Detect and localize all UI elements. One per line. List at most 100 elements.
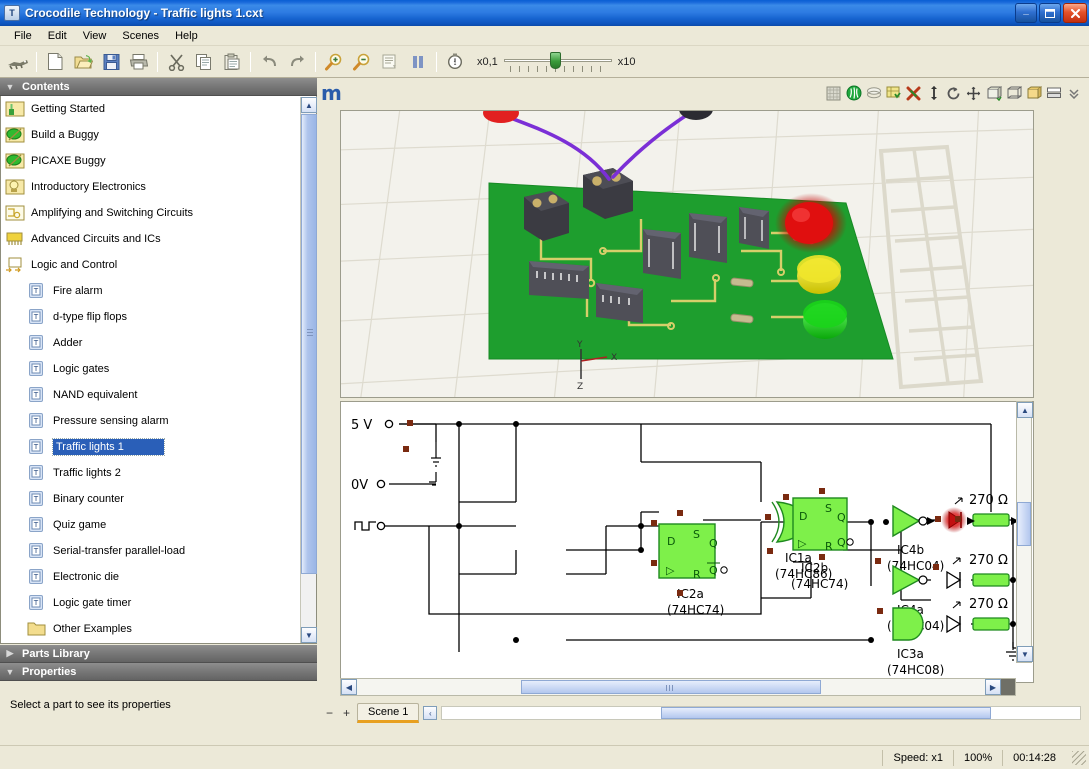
tree-item-nand-equivalent[interactable]: T NAND equivalent <box>1 382 316 408</box>
tree-item-picaxe-buggy[interactable]: PICAXE Buggy <box>1 148 316 174</box>
view-list-icon[interactable] <box>1044 84 1063 103</box>
tree-item-serial-transfer-parallel-load[interactable]: TSerial-transfer parallel-load <box>1 538 316 564</box>
zoom-out-icon[interactable] <box>348 49 376 75</box>
menu-file[interactable]: File <box>6 28 40 44</box>
list-properties-icon[interactable] <box>376 49 404 75</box>
slider-thumb[interactable] <box>550 52 561 69</box>
crocodile-globe-icon[interactable] <box>844 84 863 103</box>
tree-item-traffic-lights-2[interactable]: TTraffic lights 2 <box>1 460 316 486</box>
move-icon[interactable] <box>964 84 983 103</box>
view-box-top-icon[interactable] <box>984 84 1003 103</box>
circuit-horizontal-scrollbar[interactable]: ◀ ▶ <box>340 678 1016 696</box>
properties-header[interactable]: ▼ Properties <box>0 663 317 681</box>
svg-text:Q: Q <box>837 511 846 524</box>
tree-item-logic-gates[interactable]: TLogic gates <box>1 356 316 382</box>
scrollbar-thumb[interactable] <box>301 114 317 574</box>
document-icon: T <box>27 386 48 404</box>
speed-slider[interactable]: x0,1 x10 <box>477 51 636 73</box>
circuit-scroll-down-icon[interactable]: ▼ <box>1017 646 1033 662</box>
speed-slider-track[interactable] <box>504 51 612 73</box>
tree-item-electronic-die[interactable]: TElectronic die <box>1 564 316 590</box>
3d-scene-view[interactable]: Y X Z <box>340 110 1034 398</box>
zoom-in-button[interactable]: + <box>340 707 353 720</box>
chevron-down-icon[interactable] <box>1064 84 1083 103</box>
crocodile-logo-icon[interactable] <box>4 49 32 75</box>
pause-icon[interactable] <box>404 49 432 75</box>
sidebar-scrollbar[interactable]: ▲ ▼ <box>300 97 316 643</box>
menu-edit[interactable]: Edit <box>40 28 75 44</box>
lamp-icon <box>5 178 26 196</box>
view-box-wire-icon[interactable] <box>1004 84 1023 103</box>
scroll-up-icon[interactable]: ▲ <box>301 97 317 113</box>
tree-item-introductory-electronics[interactable]: Introductory Electronics <box>1 174 316 200</box>
svg-text:T: T <box>33 313 39 321</box>
tabscroll-thumb[interactable] <box>661 707 991 719</box>
undo-icon[interactable] <box>255 49 283 75</box>
tree-item-label: PICAXE Buggy <box>31 155 106 167</box>
tree-item-build-a-buggy[interactable]: Build a Buggy <box>1 122 316 148</box>
scroll-down-icon[interactable]: ▼ <box>301 627 317 643</box>
folder-icon <box>27 620 48 638</box>
tree-item-fire-alarm[interactable]: TFire alarm <box>1 278 316 304</box>
layers-icon[interactable] <box>864 84 883 103</box>
cut-scissors-icon[interactable] <box>162 49 190 75</box>
tree-item-d-type-flip-flops[interactable]: Td-type flip flops <box>1 304 316 330</box>
prev-scene-button[interactable]: ‹ <box>423 706 437 720</box>
svg-text:T: T <box>33 417 39 425</box>
print-icon[interactable] <box>125 49 153 75</box>
tree-item-quiz-game[interactable]: TQuiz game <box>1 512 316 538</box>
svg-text:1: 1 <box>453 60 456 66</box>
circuit-scroll-right-icon[interactable]: ▶ <box>985 679 1001 695</box>
cut-board-icon[interactable] <box>904 84 923 103</box>
svg-text:T: T <box>33 365 39 373</box>
circuit-scroll-up-icon[interactable]: ▲ <box>1017 402 1033 418</box>
pcb-icon[interactable] <box>884 84 903 103</box>
tree-item-other-examples[interactable]: Other Examples <box>1 616 316 642</box>
redo-icon[interactable] <box>283 49 311 75</box>
resize-grip-icon[interactable] <box>1072 751 1086 765</box>
close-button[interactable] <box>1063 3 1087 23</box>
menu-help[interactable]: Help <box>167 28 206 44</box>
menu-view[interactable]: View <box>75 28 115 44</box>
circuit-schematic-view[interactable]: 5 V 0V D S Q ▷ <box>340 401 1034 683</box>
circuit-vertical-scrollbar[interactable]: ▲ ▼ <box>1016 401 1032 663</box>
parts-library-title: Parts Library <box>22 648 90 660</box>
new-file-icon[interactable] <box>41 49 69 75</box>
parts-library-header[interactable]: ▶ Parts Library <box>0 645 317 663</box>
tree-item-getting-started[interactable]: Getting Started <box>1 96 316 122</box>
open-folder-icon[interactable] <box>69 49 97 75</box>
circuit-hscroll-thumb[interactable] <box>521 680 821 694</box>
menu-scenes[interactable]: Scenes <box>114 28 167 44</box>
svg-text:T: T <box>33 521 39 529</box>
tree-item-logic-and-control[interactable]: Logic and Control <box>1 252 316 278</box>
minimize-button[interactable]: _ <box>1015 3 1037 23</box>
scene-tab-scrollbar[interactable] <box>441 706 1081 720</box>
circuit-scroll-left-icon[interactable]: ◀ <box>341 679 357 695</box>
paste-icon[interactable] <box>218 49 246 75</box>
tree-item-pressure-sensing-alarm[interactable]: TPressure sensing alarm <box>1 408 316 434</box>
zoom-out-button[interactable]: − <box>323 707 336 720</box>
resistor-2 <box>973 574 1009 586</box>
vertical-arrow-icon[interactable] <box>924 84 943 103</box>
stopwatch-icon[interactable]: 1 <box>441 49 469 75</box>
zoom-in-icon[interactable] <box>320 49 348 75</box>
contents-tree[interactable]: Getting StartedBuild a Buggy PICAXE Buggy… <box>0 96 317 644</box>
properties-placeholder-text: Select a part to see its properties <box>0 681 317 711</box>
save-disk-icon[interactable] <box>97 49 125 75</box>
maximize-button[interactable] <box>1039 3 1061 23</box>
texture-grid-icon[interactable] <box>824 84 843 103</box>
tree-item-logic-gate-timer[interactable]: TLogic gate timer <box>1 590 316 616</box>
rotate-icon[interactable] <box>944 84 963 103</box>
tree-item-adder[interactable]: TAdder <box>1 330 316 356</box>
tree-item-traffic-lights-1[interactable]: TTraffic lights 1 <box>1 434 316 460</box>
tree-item-binary-counter[interactable]: TBinary counter <box>1 486 316 512</box>
contents-panel-header[interactable]: ▼ Contents <box>0 78 317 96</box>
tree-item-amplifying-and-switching-circuits[interactable]: Amplifying and Switching Circuits <box>1 200 316 226</box>
circuit-scrollbar-thumb[interactable] <box>1017 502 1031 546</box>
view-box-solid-icon[interactable] <box>1024 84 1043 103</box>
copy-icon[interactable] <box>190 49 218 75</box>
tree-item-advanced-circuits-and-ics[interactable]: Advanced Circuits and ICs <box>1 226 316 252</box>
scene-tab-scene1[interactable]: Scene 1 <box>357 703 419 723</box>
tree-item-label: NAND equivalent <box>53 389 137 401</box>
resize-corner <box>1001 679 1015 695</box>
